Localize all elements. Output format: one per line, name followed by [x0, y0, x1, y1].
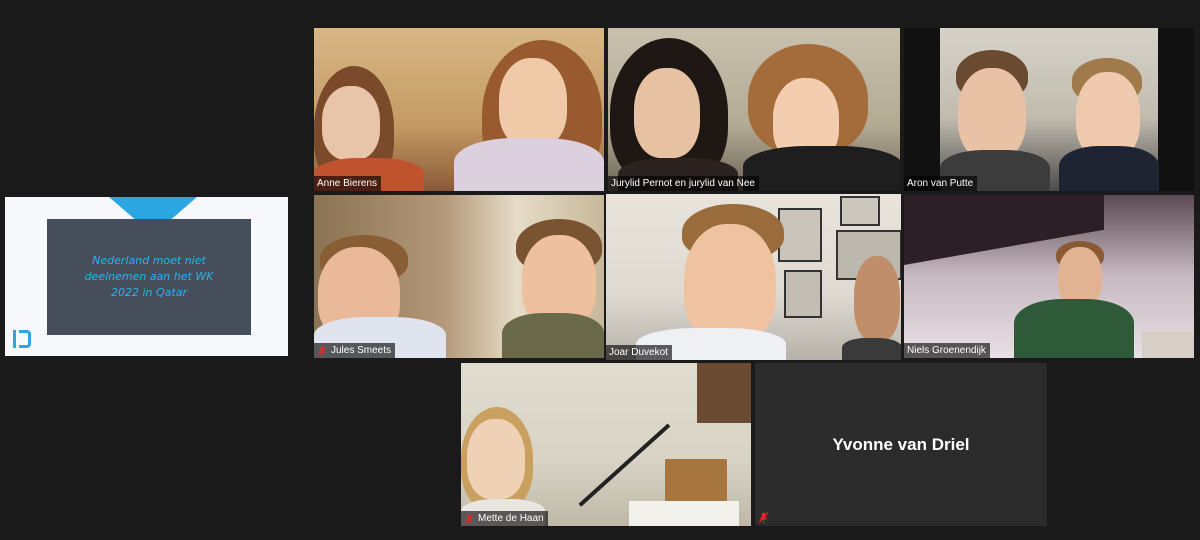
video-tile-joar-duvekot[interactable]: Joar Duvekot	[606, 194, 901, 360]
participant-name: Anne Bierens	[317, 178, 378, 189]
person-face	[634, 68, 700, 158]
slide-text: Nederland moet niet deelnemen aan het WK…	[84, 254, 214, 299]
participant-name: Jules Smeets	[331, 345, 392, 356]
person-body	[743, 146, 900, 191]
participant-name-tag: Mette de Haan	[461, 511, 548, 526]
slide-title-box: Nederland moet niet deelnemen aan het WK…	[47, 219, 251, 335]
presentation-logo-icon	[13, 330, 31, 348]
wall-frame	[840, 196, 880, 226]
person-face	[467, 419, 525, 499]
cabinet	[629, 501, 739, 526]
participant-name-tag: Jurylid Pernot en jurylid van Nee	[608, 176, 759, 191]
person-face	[684, 224, 776, 344]
wall-frame	[784, 270, 822, 318]
person-body	[454, 138, 604, 191]
participant-display-name: Yvonne van Driel	[832, 434, 970, 454]
video-tile-anne-bierens[interactable]: Anne Bierens	[314, 28, 604, 191]
person-face	[1058, 247, 1102, 307]
person-body	[1059, 146, 1159, 191]
participant-name: Aron van Putte	[907, 178, 974, 189]
video-tile-jurylid[interactable]: Jurylid Pernot en jurylid van Nee	[608, 28, 900, 191]
participant-name: Jurylid Pernot en jurylid van Nee	[611, 178, 755, 189]
person-face	[499, 58, 567, 148]
desk	[1142, 331, 1194, 358]
participant-name-tag: Jules Smeets	[314, 343, 396, 358]
shelf	[665, 459, 727, 503]
person-face	[854, 256, 900, 342]
participant-name-tag: Niels Groenendijk	[904, 343, 990, 358]
participant-name: Niels Groenendijk	[907, 345, 986, 356]
microphone-muted-icon	[317, 345, 327, 356]
video-tile-mette-de-haan[interactable]: Mette de Haan	[461, 363, 751, 526]
person-body	[842, 338, 901, 360]
person-body	[502, 313, 604, 358]
microphone-muted-icon	[758, 512, 769, 523]
participant-name-tag: Aron van Putte	[904, 176, 978, 191]
video-tile-yvonne-van-driel[interactable]: Yvonne van Driel	[755, 363, 1047, 526]
video-tile-niels-groenendijk[interactable]: Niels Groenendijk	[904, 195, 1194, 358]
microphone-muted-icon	[464, 513, 474, 524]
video-tile-jules-smeets[interactable]: Jules Smeets	[314, 195, 604, 358]
staircase	[697, 363, 751, 423]
person-face	[958, 68, 1026, 160]
person-body	[1014, 299, 1134, 358]
wall-frame	[778, 208, 822, 262]
participant-name: Joar Duvekot	[609, 347, 668, 358]
participant-name: Mette de Haan	[478, 513, 544, 524]
participant-name-tag: Joar Duvekot	[606, 345, 672, 360]
video-tile-aron-van-putte[interactable]: Aron van Putte	[904, 28, 1194, 191]
shared-presentation[interactable]: Nederland moet niet deelnemen aan het WK…	[5, 197, 288, 356]
participant-name-tag: Anne Bierens	[314, 176, 382, 191]
person-face	[322, 86, 380, 160]
